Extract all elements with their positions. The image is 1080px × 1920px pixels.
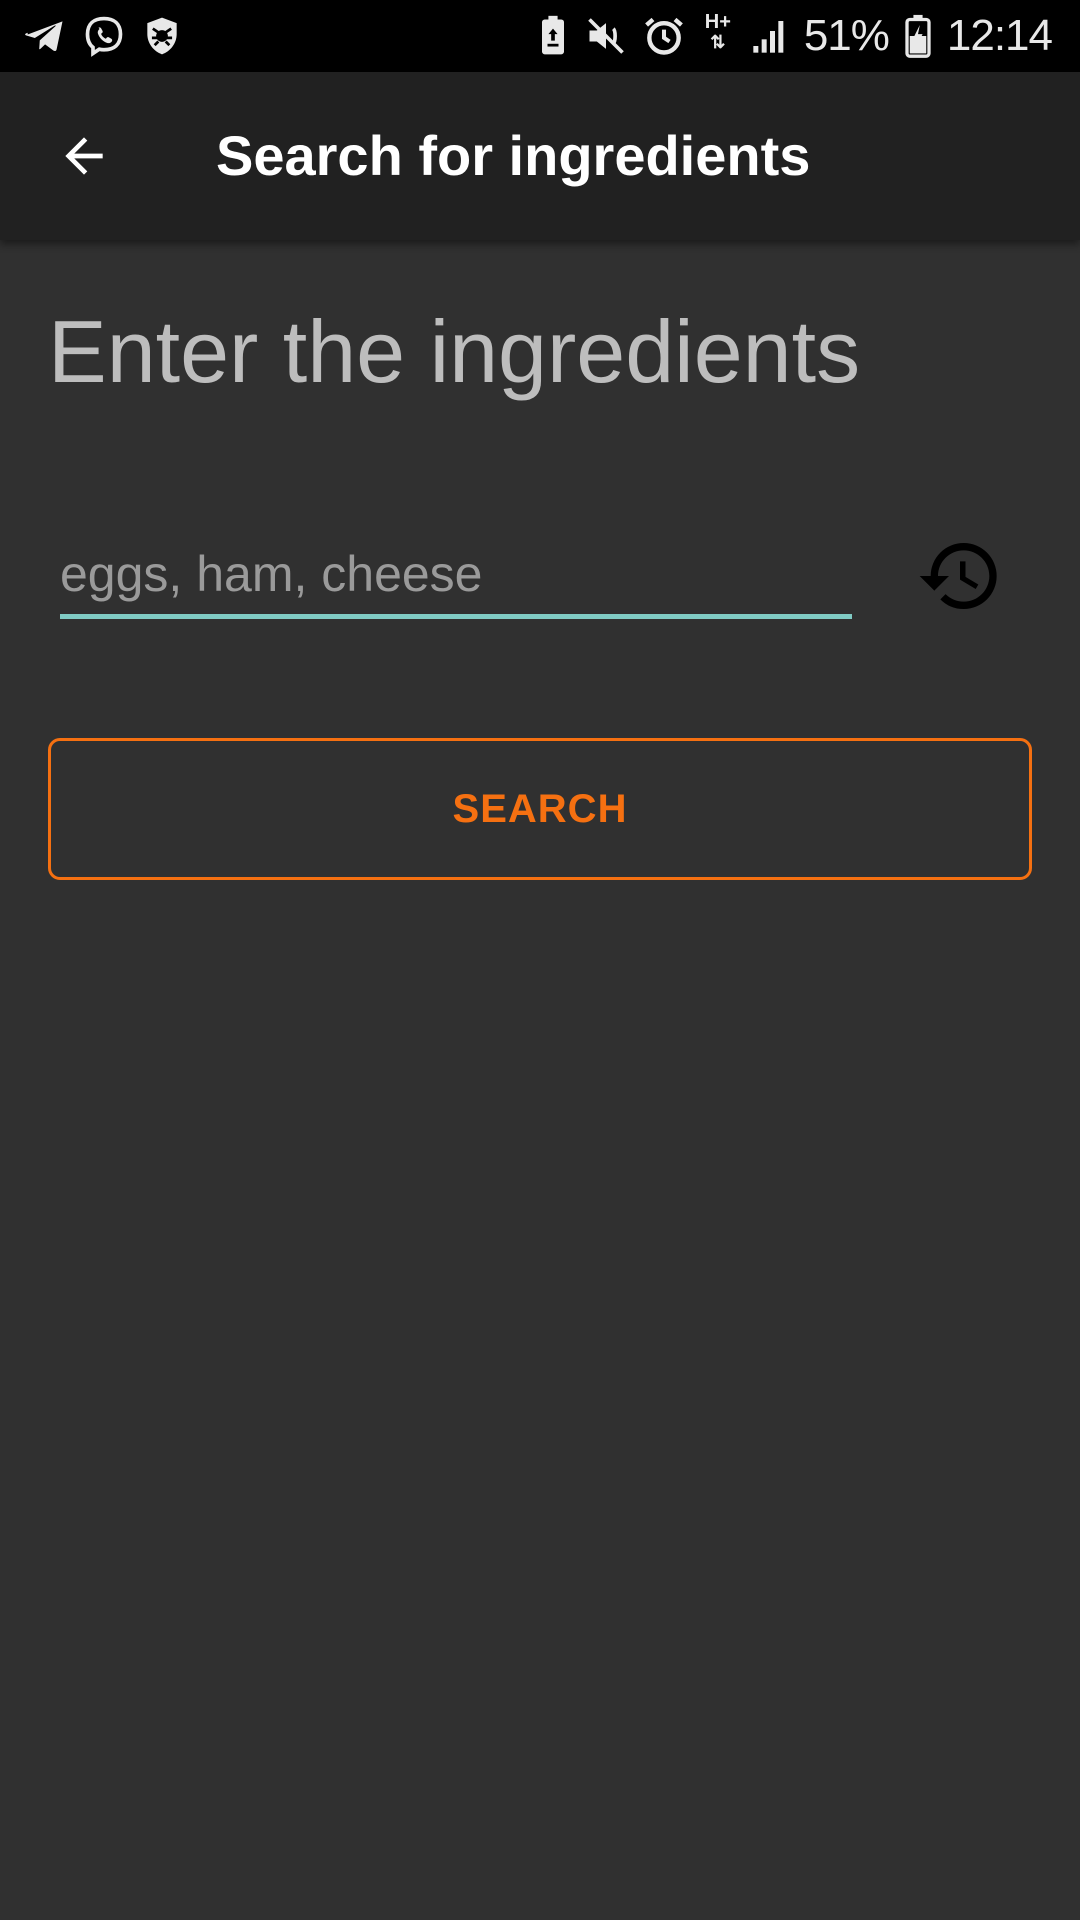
battery-icon (903, 14, 933, 58)
antivirus-icon (140, 14, 184, 58)
history-button[interactable] (912, 528, 1008, 624)
mute-icon (584, 14, 628, 58)
alarm-icon (642, 14, 686, 58)
history-icon (919, 543, 997, 609)
signal-icon (750, 14, 790, 58)
system-icons: H+ ⇅ 51% 12:14 (536, 10, 1053, 62)
search-button[interactable]: SEARCH (48, 738, 1032, 880)
status-bar: H+ ⇅ 51% 12:14 (0, 0, 1080, 72)
notification-icons (24, 12, 184, 60)
screen: H+ ⇅ 51% 12:14 Search for ingredients En… (0, 0, 1080, 1920)
app-bar: Search for ingredients (0, 72, 1080, 240)
battery-percent: 51% (803, 11, 890, 60)
clock: 12:14 (946, 11, 1053, 60)
arrow-back-icon (65, 137, 103, 175)
telegram-icon (24, 14, 68, 58)
back-button[interactable] (36, 108, 132, 204)
ingredient-input[interactable] (60, 536, 852, 612)
input-underline (60, 614, 852, 619)
viber-icon (82, 14, 126, 58)
ingredient-input-field (60, 536, 852, 620)
page-title: Search for ingredients (216, 124, 811, 187)
network-type-indicator: H+ ⇅ (704, 11, 731, 52)
battery-saver-icon (536, 14, 570, 58)
instruction-heading: Enter the ingredients (48, 302, 861, 401)
search-button-label: SEARCH (452, 786, 628, 831)
